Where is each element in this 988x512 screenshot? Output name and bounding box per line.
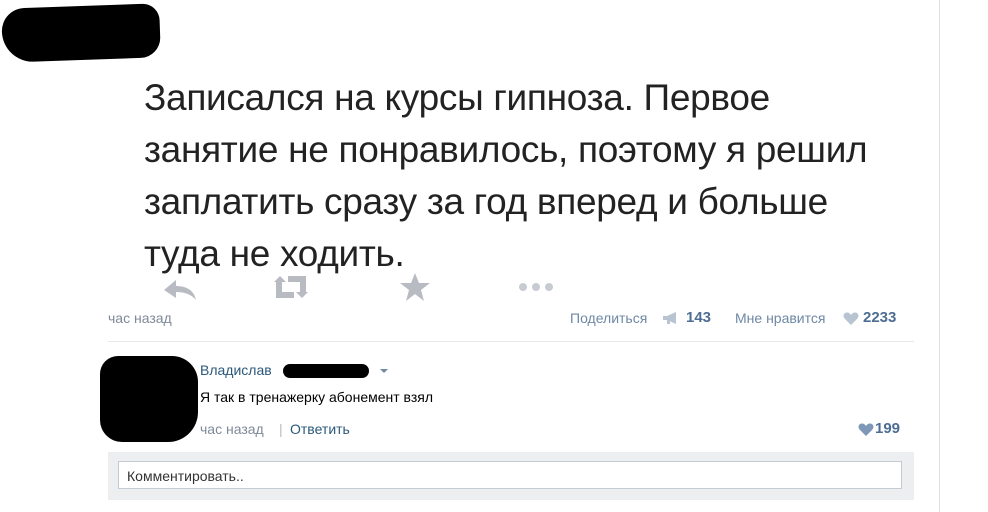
redacted-author-area xyxy=(1,3,161,63)
post-text: Записался на курсы гипноза. Первое занят… xyxy=(144,77,868,274)
avatar[interactable] xyxy=(100,356,198,442)
redacted-author-surname xyxy=(283,364,369,378)
more-dots-icon[interactable] xyxy=(516,280,556,299)
chevron-down-icon[interactable] xyxy=(380,369,388,373)
share-count: 143 xyxy=(686,309,712,326)
comment-compose-area: Комментировать.. xyxy=(108,452,914,500)
like-count: 2233 xyxy=(863,309,897,326)
heart-icon[interactable] xyxy=(843,312,859,329)
comments-divider xyxy=(108,341,914,342)
comment-text: Я так в тренажерку абонемент взял xyxy=(200,389,433,405)
share-button[interactable]: Поделиться xyxy=(570,310,647,326)
comment-like-count: 199 xyxy=(875,420,901,437)
post-timestamp[interactable]: час назад xyxy=(108,310,172,326)
reply-link[interactable]: Ответить xyxy=(290,421,350,437)
favorite-star-icon[interactable] xyxy=(398,272,432,307)
comment-timestamp[interactable]: час назад xyxy=(200,421,264,437)
post-meta-row: час назад Поделиться 143 Мне нравится 22… xyxy=(108,308,908,330)
like-button[interactable]: Мне нравится xyxy=(735,310,825,326)
megaphone-icon[interactable] xyxy=(662,311,680,328)
reply-icon[interactable] xyxy=(160,272,198,307)
comment-input[interactable]: Комментировать.. xyxy=(118,461,902,489)
page-right-border xyxy=(939,0,940,512)
post-action-icons xyxy=(160,272,580,302)
comment-author-link[interactable]: Владислав xyxy=(200,362,272,378)
retweet-icon[interactable] xyxy=(268,272,314,307)
heart-icon[interactable] xyxy=(858,423,874,442)
comment-separator: | xyxy=(279,421,283,437)
